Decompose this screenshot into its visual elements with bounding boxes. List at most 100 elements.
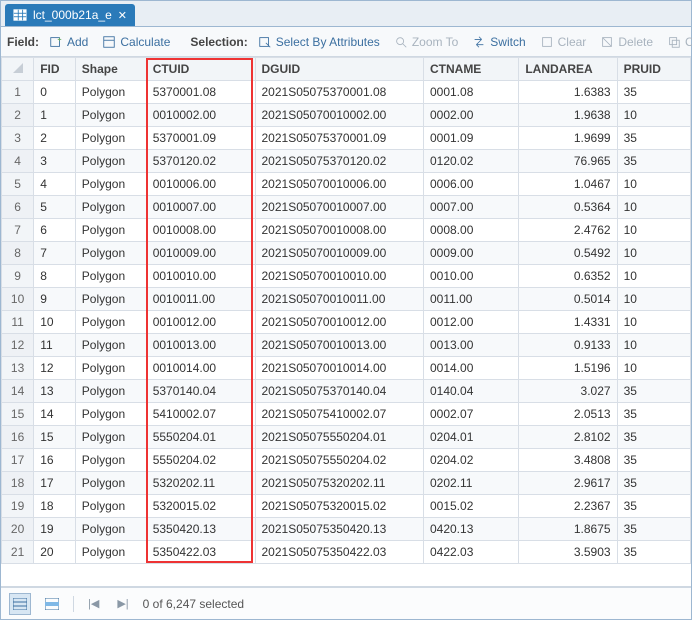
cell-ctname[interactable]: 0420.13 (423, 518, 518, 541)
row-number[interactable]: 14 (2, 380, 34, 403)
cell-ctname[interactable]: 0204.02 (423, 449, 518, 472)
cell-ctuid[interactable]: 5550204.01 (146, 426, 255, 449)
tab-table[interactable]: lct_000b21a_e ✕ (5, 4, 135, 26)
cell-dguid[interactable]: 2021S05075550204.01 (255, 426, 423, 449)
cell-shape[interactable]: Polygon (75, 518, 146, 541)
cell-pruid[interactable]: 10 (617, 219, 690, 242)
col-pruid[interactable]: PRUID (617, 58, 690, 81)
cell-shape[interactable]: Polygon (75, 311, 146, 334)
cell-pruid[interactable]: 35 (617, 518, 690, 541)
cell-pruid[interactable]: 35 (617, 472, 690, 495)
row-number[interactable]: 17 (2, 449, 34, 472)
cell-shape[interactable]: Polygon (75, 426, 146, 449)
cell-ctname[interactable]: 0013.00 (423, 334, 518, 357)
cell-landarea[interactable]: 0.6352 (519, 265, 617, 288)
cell-shape[interactable]: Polygon (75, 472, 146, 495)
table-row[interactable]: 1615Polygon5550204.012021S05075550204.01… (2, 426, 691, 449)
cell-pruid[interactable]: 35 (617, 81, 690, 104)
row-number[interactable]: 4 (2, 150, 34, 173)
cell-landarea[interactable]: 2.8102 (519, 426, 617, 449)
cell-landarea[interactable]: 3.027 (519, 380, 617, 403)
col-dguid[interactable]: DGUID (255, 58, 423, 81)
cell-ctuid[interactable]: 0010014.00 (146, 357, 255, 380)
cell-landarea[interactable]: 1.9699 (519, 127, 617, 150)
cell-dguid[interactable]: 2021S05075370001.09 (255, 127, 423, 150)
cell-fid[interactable]: 16 (34, 449, 76, 472)
table-row[interactable]: 1716Polygon5550204.022021S05075550204.02… (2, 449, 691, 472)
corner-cell[interactable] (2, 58, 34, 81)
cell-ctuid[interactable]: 0010006.00 (146, 173, 255, 196)
cell-fid[interactable]: 12 (34, 357, 76, 380)
cell-fid[interactable]: 9 (34, 288, 76, 311)
cell-ctname[interactable]: 0204.01 (423, 426, 518, 449)
cell-ctuid[interactable]: 5350422.03 (146, 541, 255, 564)
cell-shape[interactable]: Polygon (75, 449, 146, 472)
first-record-button[interactable]: |◀ (84, 597, 103, 610)
row-number[interactable]: 19 (2, 495, 34, 518)
cell-ctuid[interactable]: 0010007.00 (146, 196, 255, 219)
cell-fid[interactable]: 4 (34, 173, 76, 196)
cell-dguid[interactable]: 2021S05075370120.02 (255, 150, 423, 173)
cell-dguid[interactable]: 2021S05075370140.04 (255, 380, 423, 403)
row-number[interactable]: 10 (2, 288, 34, 311)
cell-ctname[interactable]: 0202.11 (423, 472, 518, 495)
cell-pruid[interactable]: 35 (617, 541, 690, 564)
cell-shape[interactable]: Polygon (75, 380, 146, 403)
col-ctuid[interactable]: CTUID (146, 58, 255, 81)
cell-dguid[interactable]: 2021S05070010007.00 (255, 196, 423, 219)
cell-shape[interactable]: Polygon (75, 150, 146, 173)
cell-shape[interactable]: Polygon (75, 242, 146, 265)
cell-shape[interactable]: Polygon (75, 265, 146, 288)
cell-dguid[interactable]: 2021S05075350422.03 (255, 541, 423, 564)
cell-ctuid[interactable]: 0010012.00 (146, 311, 255, 334)
cell-landarea[interactable]: 2.9617 (519, 472, 617, 495)
row-number[interactable]: 1 (2, 81, 34, 104)
cell-fid[interactable]: 8 (34, 265, 76, 288)
col-shape[interactable]: Shape (75, 58, 146, 81)
cell-landarea[interactable]: 0.5364 (519, 196, 617, 219)
cell-ctuid[interactable]: 0010010.00 (146, 265, 255, 288)
table-scroll[interactable]: FID Shape CTUID DGUID CTNAME LANDAREA PR… (1, 57, 691, 587)
cell-ctuid[interactable]: 5370001.08 (146, 81, 255, 104)
cell-landarea[interactable]: 0.5492 (519, 242, 617, 265)
table-row[interactable]: 1514Polygon5410002.072021S05075410002.07… (2, 403, 691, 426)
cell-dguid[interactable]: 2021S05070010011.00 (255, 288, 423, 311)
cell-dguid[interactable]: 2021S05075550204.02 (255, 449, 423, 472)
cell-dguid[interactable]: 2021S05075350420.13 (255, 518, 423, 541)
cell-pruid[interactable]: 10 (617, 357, 690, 380)
row-number[interactable]: 8 (2, 242, 34, 265)
table-row[interactable]: 32Polygon5370001.092021S05075370001.0900… (2, 127, 691, 150)
cell-shape[interactable]: Polygon (75, 104, 146, 127)
cell-shape[interactable]: Polygon (75, 288, 146, 311)
cell-ctuid[interactable]: 5550204.02 (146, 449, 255, 472)
table-row[interactable]: 65Polygon0010007.002021S05070010007.0000… (2, 196, 691, 219)
row-number[interactable]: 16 (2, 426, 34, 449)
cell-pruid[interactable]: 10 (617, 242, 690, 265)
table-row[interactable]: 1918Polygon5320015.022021S05075320015.02… (2, 495, 691, 518)
cell-pruid[interactable]: 10 (617, 311, 690, 334)
cell-landarea[interactable]: 1.9638 (519, 104, 617, 127)
cell-fid[interactable]: 20 (34, 541, 76, 564)
cell-ctuid[interactable]: 5370140.04 (146, 380, 255, 403)
row-number[interactable]: 20 (2, 518, 34, 541)
cell-ctuid[interactable]: 5320015.02 (146, 495, 255, 518)
cell-dguid[interactable]: 2021S05070010009.00 (255, 242, 423, 265)
cell-dguid[interactable]: 2021S05070010010.00 (255, 265, 423, 288)
close-tab-icon[interactable]: ✕ (118, 9, 127, 22)
row-number[interactable]: 7 (2, 219, 34, 242)
cell-shape[interactable]: Polygon (75, 127, 146, 150)
cell-landarea[interactable]: 2.4762 (519, 219, 617, 242)
cell-ctname[interactable]: 0002.00 (423, 104, 518, 127)
table-row[interactable]: 1312Polygon0010014.002021S05070010014.00… (2, 357, 691, 380)
cell-landarea[interactable]: 1.6383 (519, 81, 617, 104)
cell-pruid[interactable]: 10 (617, 334, 690, 357)
cell-fid[interactable]: 14 (34, 403, 76, 426)
cell-landarea[interactable]: 2.0513 (519, 403, 617, 426)
row-number[interactable]: 2 (2, 104, 34, 127)
cell-dguid[interactable]: 2021S05075410002.07 (255, 403, 423, 426)
cell-fid[interactable]: 11 (34, 334, 76, 357)
cell-ctuid[interactable]: 0010008.00 (146, 219, 255, 242)
cell-shape[interactable]: Polygon (75, 196, 146, 219)
cell-ctname[interactable]: 0007.00 (423, 196, 518, 219)
cell-fid[interactable]: 5 (34, 196, 76, 219)
